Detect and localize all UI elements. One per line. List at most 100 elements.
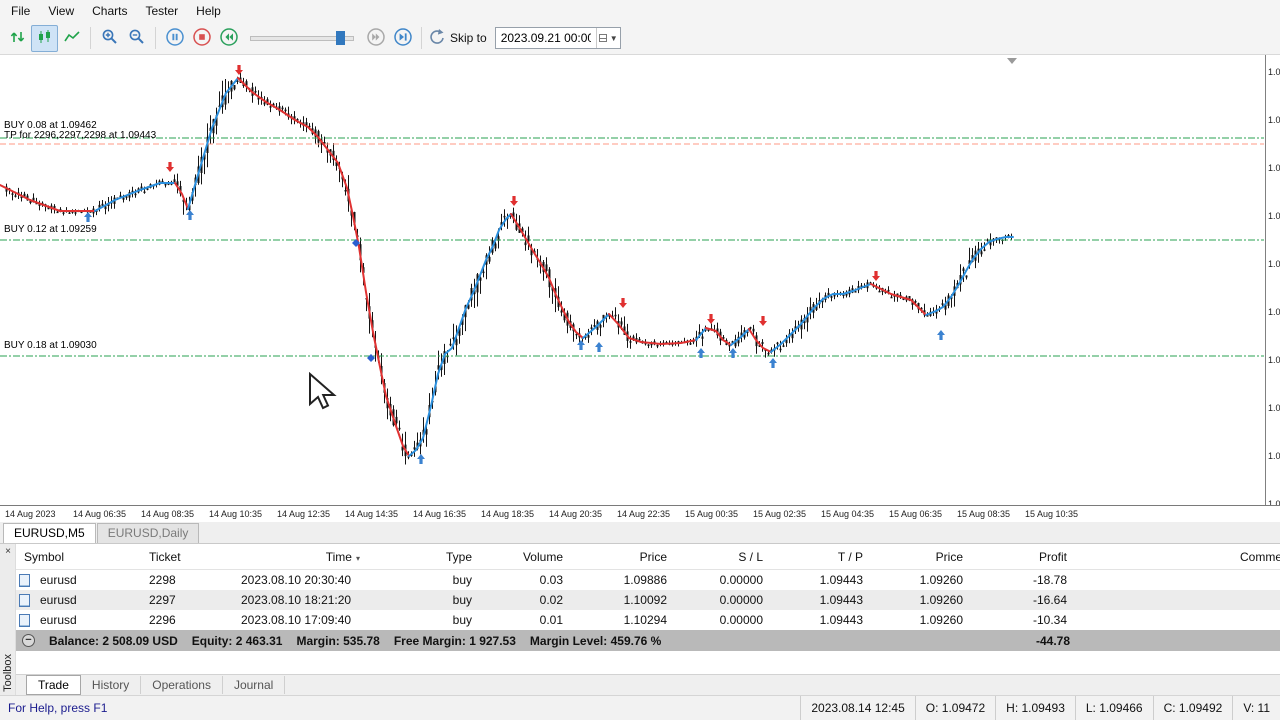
- skip-date-input[interactable]: [495, 28, 596, 48]
- cell-price: 1.10294: [623, 613, 667, 627]
- price-axis[interactable]: 1.0 1.0 1.0 1.0 1.0 1.0 1.0 1.0 1.0 1.0: [1265, 55, 1280, 505]
- status-high: H: 1.09493: [995, 696, 1075, 720]
- column-ticket[interactable]: Ticket: [146, 550, 238, 564]
- order-icon: [19, 593, 30, 607]
- time-axis-label: 14 Aug 10:35: [209, 509, 263, 519]
- chart-canvas[interactable]: [0, 55, 1280, 505]
- trade-table-header: Symbol Ticket Time ▾ Type Volume Price S …: [16, 544, 1280, 570]
- cell-volume: 0.01: [539, 613, 563, 627]
- free-margin-text: Free Margin: 1 927.53: [393, 633, 516, 648]
- menu-charts[interactable]: Charts: [83, 0, 136, 22]
- table-row[interactable]: eurusd 2298 2023.08.10 20:30:40 buy 0.03…: [16, 570, 1280, 590]
- column-comment[interactable]: Comment: [1070, 550, 1280, 564]
- toolbar-separator: [90, 27, 91, 49]
- fast-forward-button[interactable]: [362, 25, 389, 52]
- pause-button[interactable]: [161, 25, 188, 52]
- status-open: O: 1.09472: [914, 696, 995, 720]
- chart-tab-eurusd-daily[interactable]: EURUSD,Daily: [96, 523, 200, 543]
- skip-date-dropdown[interactable]: ▼: [595, 28, 620, 48]
- tab-trade[interactable]: Trade: [26, 675, 81, 695]
- column-symbol[interactable]: Symbol: [16, 550, 146, 564]
- status-right: 2023.08.14 12:45 O: 1.09472 H: 1.09493 L…: [800, 696, 1280, 720]
- table-row[interactable]: eurusd 2297 2023.08.10 18:21:20 buy 0.02…: [16, 590, 1280, 610]
- candlestick-chart-button[interactable]: [31, 24, 58, 52]
- buy-marker: [577, 340, 586, 350]
- time-axis[interactable]: 14 Aug 2023 14 Aug 06:35 14 Aug 08:35 14 Au…: [0, 505, 1280, 522]
- price-tick-label: 1.0: [1268, 115, 1280, 125]
- zoom-out-button[interactable]: [123, 25, 150, 52]
- chart-tab-eurusd-m5[interactable]: EURUSD,M5: [3, 523, 96, 543]
- buy-marker: [186, 210, 194, 220]
- cell-time: 2023.08.10 18:21:20: [241, 593, 352, 607]
- column-type[interactable]: Type: [368, 550, 475, 564]
- column-price[interactable]: Price: [566, 550, 670, 564]
- column-sl[interactable]: S / L: [670, 550, 766, 564]
- cell-time: 2023.08.10 20:30:40: [241, 573, 352, 587]
- sell-marker: [166, 162, 174, 172]
- column-profit[interactable]: Profit: [966, 550, 1070, 564]
- column-time[interactable]: Time ▾: [238, 550, 368, 564]
- tab-history[interactable]: History: [81, 676, 142, 694]
- fast-forward-icon: [366, 27, 386, 50]
- line-chart-icon: [63, 28, 81, 49]
- sort-arrow-icon[interactable]: ▾: [356, 554, 360, 563]
- column-volume[interactable]: Volume: [475, 550, 566, 564]
- cell-price: 1.10092: [623, 593, 667, 607]
- order-icon: [19, 573, 30, 587]
- cell-sl: 0.00000: [719, 613, 763, 627]
- total-profit: -44.78: [1035, 633, 1070, 648]
- time-axis-label: 15 Aug 08:35: [957, 509, 1011, 519]
- equity-text: Equity: 2 463.31: [191, 633, 283, 648]
- speed-slider[interactable]: [250, 29, 354, 47]
- pause-icon: [165, 27, 185, 50]
- zoom-out-icon: [128, 28, 146, 49]
- status-time: 2023.08.14 12:45: [800, 696, 914, 720]
- column-time-label: Time: [325, 549, 352, 564]
- chevron-down-icon: ▼: [609, 33, 618, 43]
- price-tick-label: 1.0: [1268, 499, 1280, 505]
- tab-journal[interactable]: Journal: [223, 676, 286, 694]
- sell-marker: [872, 271, 881, 281]
- skip-to-icon: [427, 27, 447, 50]
- candlestick-icon: [36, 28, 54, 49]
- menu-view[interactable]: View: [39, 0, 83, 22]
- stop-button[interactable]: [188, 25, 215, 52]
- cell-symbol: eurusd: [40, 573, 77, 587]
- skip-date-box: ▼: [494, 27, 621, 49]
- column-price-current[interactable]: Price: [866, 550, 966, 564]
- time-axis-label: 14 Aug 2023: [5, 509, 56, 519]
- step-forward-button[interactable]: [389, 25, 416, 52]
- menu-tester[interactable]: Tester: [136, 0, 187, 22]
- zoom-in-button[interactable]: [96, 25, 123, 52]
- cell-sl: 0.00000: [719, 573, 763, 587]
- cell-profit: -10.34: [1032, 613, 1067, 627]
- cell-profit: -16.64: [1032, 593, 1067, 607]
- line-chart-button[interactable]: [58, 25, 85, 52]
- toolbox-main: Symbol Ticket Time ▾ Type Volume Price S …: [16, 544, 1280, 695]
- time-axis-label: 14 Aug 06:35: [73, 509, 127, 519]
- menu-file[interactable]: File: [2, 0, 39, 22]
- status-low: L: 1.09466: [1074, 696, 1153, 720]
- table-row[interactable]: eurusd 2296 2023.08.10 17:09:40 buy 0.01…: [16, 610, 1280, 630]
- order-line-label: BUY 0.12 at 1.09259: [4, 224, 97, 235]
- time-axis-label: 14 Aug 12:35: [277, 509, 331, 519]
- cell-type: buy: [452, 613, 472, 627]
- rewind-button[interactable]: [215, 25, 242, 52]
- diamond-marker: [367, 354, 375, 362]
- cell-price-current: 1.09260: [919, 613, 963, 627]
- menu-help[interactable]: Help: [187, 0, 230, 22]
- bar-chart-button[interactable]: [4, 25, 31, 52]
- time-axis-label: 14 Aug 08:35: [141, 509, 195, 519]
- toolbox-close-icon[interactable]: ×: [2, 545, 14, 558]
- cell-price-current: 1.09260: [919, 593, 963, 607]
- price-tick-label: 1.0: [1268, 67, 1280, 77]
- chart-area[interactable]: 1.0 1.0 1.0 1.0 1.0 1.0 1.0 1.0 1.0 1.0 BUY 0.08 …: [0, 55, 1280, 505]
- toolbar-separator: [421, 27, 422, 49]
- cell-time: 2023.08.10 17:09:40: [241, 613, 352, 627]
- column-tp[interactable]: T / P: [766, 550, 866, 564]
- time-axis-label: 15 Aug 02:35: [753, 509, 807, 519]
- tab-operations[interactable]: Operations: [141, 676, 223, 694]
- speed-slider-handle[interactable]: [336, 31, 345, 45]
- status-close: C: 1.09492: [1152, 696, 1233, 720]
- margin-text: Margin: 535.78: [296, 633, 380, 648]
